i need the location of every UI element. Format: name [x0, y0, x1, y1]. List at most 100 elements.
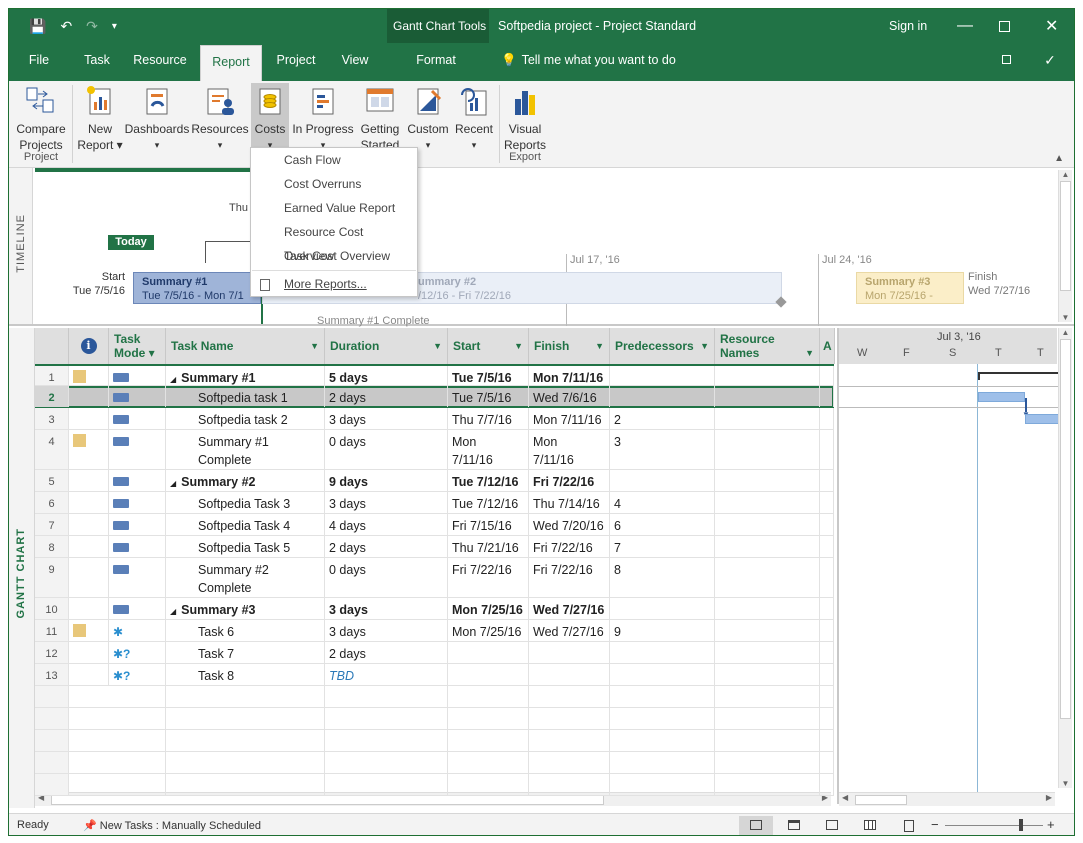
- recent-button[interactable]: Recent ▾: [451, 85, 497, 153]
- resource-names-cell[interactable]: [715, 620, 820, 641]
- row-number[interactable]: 8: [35, 536, 69, 557]
- task-mode-cell[interactable]: [109, 598, 166, 619]
- empty-cell[interactable]: [610, 752, 715, 773]
- empty-cell[interactable]: [109, 752, 166, 773]
- info-cell[interactable]: [69, 492, 109, 513]
- finish-cell[interactable]: [529, 664, 610, 685]
- select-all-corner[interactable]: [35, 328, 69, 364]
- empty-cell[interactable]: [166, 708, 325, 729]
- compare-projects-button[interactable]: Compare Projects: [13, 85, 69, 153]
- start-cell[interactable]: Thu 7/21/16: [448, 536, 529, 557]
- resource-names-cell[interactable]: [715, 366, 820, 385]
- menu-item-cash-flow[interactable]: Cash Flow: [252, 148, 416, 172]
- empty-cell[interactable]: [448, 708, 529, 729]
- task-name-cell[interactable]: Task 7: [166, 642, 325, 663]
- start-cell[interactable]: [448, 664, 529, 685]
- add-column-cell[interactable]: [820, 620, 834, 641]
- close-icon[interactable]: ✕: [1045, 9, 1058, 43]
- add-column-cell[interactable]: [820, 430, 834, 469]
- task-mode-cell[interactable]: [109, 408, 166, 429]
- restore-ribbon-icon[interactable]: [999, 43, 1013, 81]
- empty-cell[interactable]: [325, 752, 448, 773]
- empty-cell[interactable]: [109, 730, 166, 751]
- task-usage-icon[interactable]: [783, 816, 807, 835]
- table-row[interactable]: 11 ✱ Task 6 3 days Mon 7/25/16 Wed 7/27/16 9: [35, 620, 834, 642]
- empty-row[interactable]: [35, 708, 834, 730]
- new-tasks-mode[interactable]: 📌 New Tasks : Manually Scheduled: [83, 819, 261, 832]
- table-row[interactable]: 6 Softpedia Task 3 3 days Tue 7/12/16 Thu 7/…: [35, 492, 834, 514]
- save-icon[interactable]: 💾: [29, 18, 46, 35]
- empty-cell[interactable]: [529, 730, 610, 751]
- task-mode-cell[interactable]: [109, 514, 166, 535]
- custom-button[interactable]: Custom ▾: [405, 85, 451, 153]
- table-row[interactable]: 1 ◢ Summary #1 5 days Tue 7/5/16 Mon 7/11/16: [35, 364, 834, 386]
- add-column-cell[interactable]: [820, 642, 834, 663]
- dashboards-button[interactable]: Dashboards ▾: [123, 85, 191, 153]
- empty-cell[interactable]: [325, 730, 448, 751]
- info-cell[interactable]: [69, 430, 109, 469]
- add-column-header[interactable]: A: [820, 328, 835, 364]
- duration-cell[interactable]: 3 days: [325, 620, 448, 641]
- empty-cell[interactable]: [610, 708, 715, 729]
- finish-cell[interactable]: Thu 7/14/16: [529, 492, 610, 513]
- task-mode-header[interactable]: Task Mode ▾: [109, 328, 166, 364]
- chart-task2-bar[interactable]: [1025, 414, 1059, 424]
- task-mode-cell[interactable]: ✱?: [109, 664, 166, 685]
- predecessors-cell[interactable]: [610, 598, 715, 619]
- predecessors-cell[interactable]: [610, 470, 715, 491]
- empty-cell[interactable]: [529, 686, 610, 707]
- task-name-cell[interactable]: Softpedia task 1: [166, 386, 325, 407]
- menu-item-more-reports[interactable]: More Reports...: [252, 272, 416, 296]
- row-number[interactable]: 5: [35, 470, 69, 491]
- resource-names-cell[interactable]: [715, 598, 820, 619]
- resource-names-cell[interactable]: [715, 430, 820, 469]
- predecessors-cell[interactable]: 2: [610, 408, 715, 429]
- info-cell[interactable]: [69, 598, 109, 619]
- add-column-cell[interactable]: [820, 366, 834, 385]
- predecessors-cell[interactable]: 3: [610, 430, 715, 469]
- duration-cell[interactable]: 3 days: [325, 408, 448, 429]
- task-mode-cell[interactable]: [109, 470, 166, 491]
- row-number[interactable]: 12: [35, 642, 69, 663]
- info-cell[interactable]: [69, 408, 109, 429]
- finish-cell[interactable]: [529, 642, 610, 663]
- task-name-cell[interactable]: ◢ Summary #1: [166, 366, 325, 385]
- add-column-cell[interactable]: [820, 470, 834, 491]
- empty-cell[interactable]: [109, 686, 166, 707]
- table-row[interactable]: 12 ✱? Task 7 2 days: [35, 642, 834, 664]
- empty-cell[interactable]: [448, 774, 529, 795]
- empty-row[interactable]: [35, 686, 834, 708]
- finish-cell[interactable]: Wed 7/27/16: [529, 598, 610, 619]
- visual-reports-button[interactable]: Visual Reports: [503, 85, 547, 153]
- empty-row[interactable]: [35, 752, 834, 774]
- predecessors-cell[interactable]: [610, 642, 715, 663]
- team-planner-icon[interactable]: [821, 816, 845, 835]
- resource-names-cell[interactable]: [715, 514, 820, 535]
- start-cell[interactable]: Tue 7/12/16: [448, 492, 529, 513]
- row-number[interactable]: 2: [35, 386, 69, 407]
- task-name-cell[interactable]: Softpedia Task 5: [166, 536, 325, 557]
- table-row[interactable]: 3 Softpedia task 2 3 days Thu 7/7/16 Mon 7/1…: [35, 408, 834, 430]
- task-name-cell[interactable]: Softpedia Task 3: [166, 492, 325, 513]
- table-row[interactable]: 9 Summary #2 Complete 0 days Fri 7/22/16 Fri …: [35, 558, 834, 598]
- task-name-cell[interactable]: Softpedia task 2: [166, 408, 325, 429]
- chart-summary1-bar[interactable]: [978, 372, 1059, 374]
- predecessors-cell[interactable]: 4: [610, 492, 715, 513]
- tab-project[interactable]: Project: [271, 43, 321, 81]
- start-cell[interactable]: Thu 7/7/16: [448, 408, 529, 429]
- info-cell[interactable]: [69, 642, 109, 663]
- task-mode-cell[interactable]: ✱: [109, 620, 166, 641]
- empty-cell[interactable]: [166, 686, 325, 707]
- duration-cell[interactable]: 9 days: [325, 470, 448, 491]
- duration-cell[interactable]: 2 days: [325, 642, 448, 663]
- empty-cell[interactable]: [820, 730, 834, 751]
- info-cell[interactable]: [69, 514, 109, 535]
- chart-horizontal-scrollbar[interactable]: ◀ ▶: [839, 792, 1055, 806]
- empty-cell[interactable]: [166, 730, 325, 751]
- info-cell[interactable]: [69, 470, 109, 491]
- gantt-vertical-scrollbar[interactable]: ▲ ▼: [1058, 328, 1072, 788]
- table-row[interactable]: 8 Softpedia Task 5 2 days Thu 7/21/16 Fri 7/…: [35, 536, 834, 558]
- zoom-in-icon[interactable]: +: [1047, 817, 1055, 832]
- empty-cell[interactable]: [610, 686, 715, 707]
- row-number[interactable]: 7: [35, 514, 69, 535]
